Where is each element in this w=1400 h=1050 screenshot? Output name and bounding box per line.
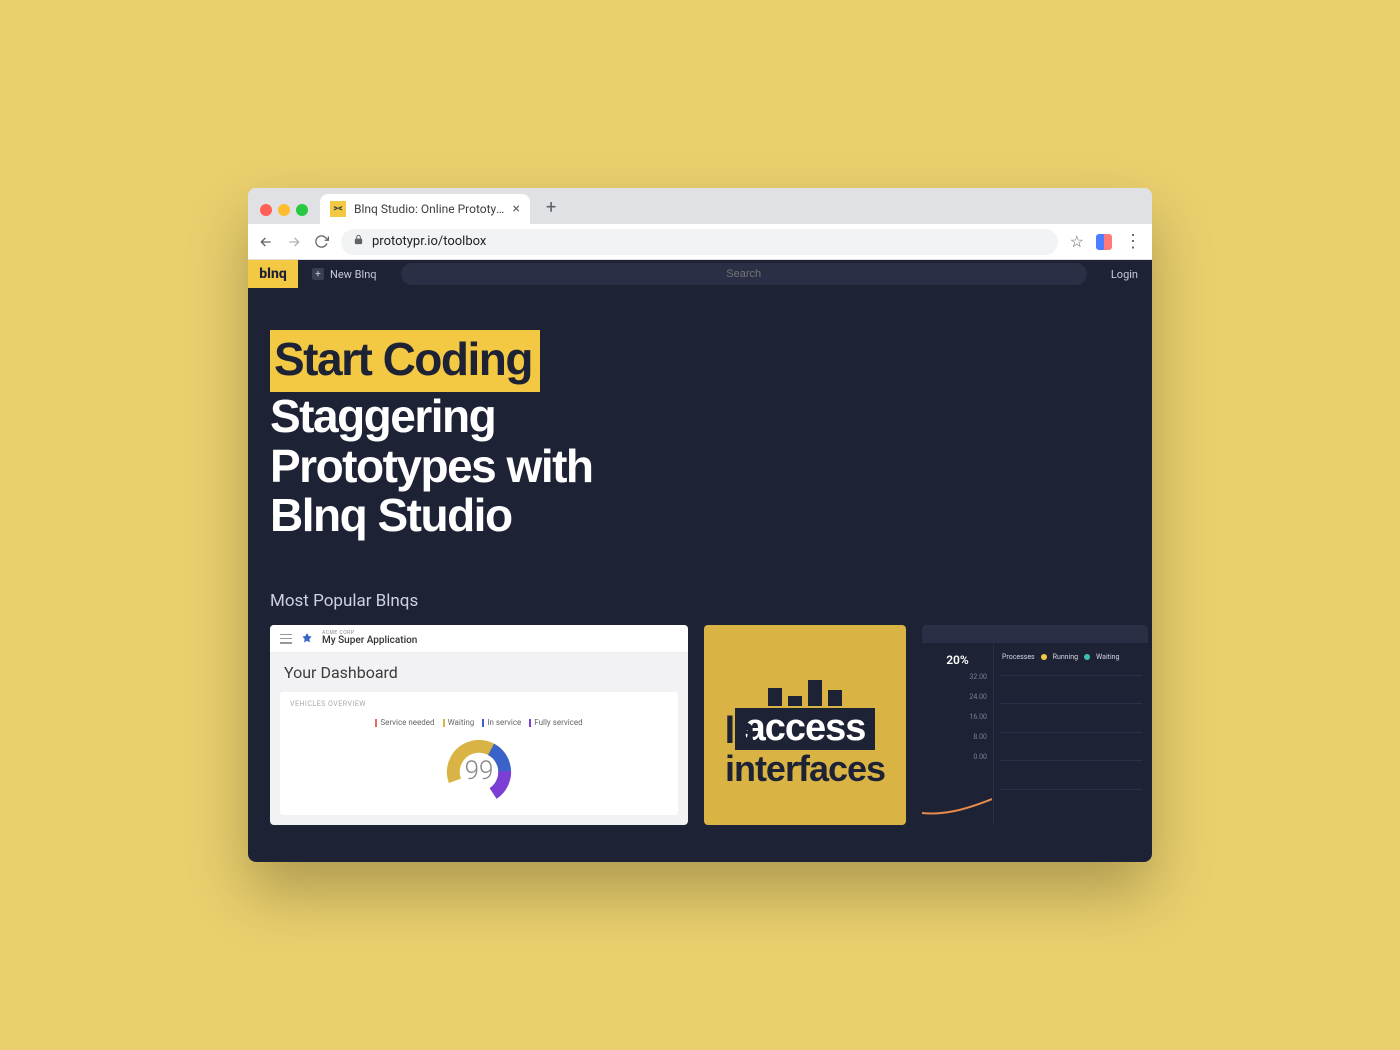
login-link[interactable]: Login (1097, 268, 1152, 281)
close-tab-icon[interactable]: × (513, 201, 520, 217)
donut-value: 99 (465, 756, 494, 786)
favicon-icon: >< (330, 201, 346, 217)
new-blnq-label: New Blnq (330, 268, 377, 281)
app-logo-icon (300, 632, 314, 646)
lock-icon (353, 234, 364, 249)
plus-icon: + (312, 268, 324, 280)
card2-sub: interfaces (725, 748, 885, 790)
chart-legend: Service needed Waiting In service Fully … (290, 708, 668, 733)
dot-running-icon (1041, 654, 1047, 660)
window-close-icon[interactable] (260, 204, 272, 216)
blnq-card-dashboard[interactable]: acme corp My Super Application Your Dash… (270, 625, 688, 825)
y-axis: 32.00 24.00 16.00 8.00 0.00 (928, 673, 987, 761)
search-input[interactable] (673, 268, 815, 280)
hero-line-4: Blnq Studio (270, 491, 1130, 541)
page-viewport: blnq + New Blnq Login Start Coding Stagg… (248, 260, 1152, 862)
hero-line-2: Staggering (270, 392, 1130, 442)
window-maximize-icon[interactable] (296, 204, 308, 216)
extension-icon[interactable] (1096, 234, 1112, 250)
panel-label: VEHICLES OVERVIEW (290, 700, 668, 708)
bar-chart-icon (768, 680, 842, 706)
dot-waiting-icon (1084, 654, 1090, 660)
card3-header-bar (922, 625, 1148, 643)
vehicles-panel: VEHICLES OVERVIEW Service needed Waiting… (280, 692, 678, 815)
tab-strip: >< Blnq Studio: Online Prototyping P × + (248, 188, 1152, 224)
card2-prefix: la (725, 710, 755, 753)
hero: Start Coding Staggering Prototypes with … (248, 288, 1152, 551)
browser-tab[interactable]: >< Blnq Studio: Online Prototyping P × (320, 194, 530, 224)
browser-window: >< Blnq Studio: Online Prototyping P × +… (248, 188, 1152, 862)
kebab-menu-icon[interactable]: ⋮ (1124, 231, 1142, 252)
hamburger-icon (280, 634, 292, 644)
dashboard-title: Your Dashboard (270, 653, 688, 692)
hero-line-3: Prototypes with (270, 442, 1130, 492)
cards-row: acme corp My Super Application Your Dash… (248, 625, 1152, 825)
percent-value: 20% (928, 653, 987, 667)
hero-highlight: Start Coding (270, 330, 540, 392)
browser-toolbar: prototypr.io/toolbox ☆ ⋮ (248, 224, 1152, 260)
process-legend: Processes Running Waiting (1002, 653, 1140, 661)
bookmark-star-icon[interactable]: ☆ (1070, 232, 1084, 251)
brand-text: acme corp My Super Application (322, 631, 417, 646)
new-blnq-button[interactable]: + New Blnq (298, 268, 391, 281)
card2-word: access (735, 708, 876, 750)
donut-chart: 99 (290, 733, 668, 807)
search-field[interactable] (401, 263, 1087, 285)
sparkline-icon (922, 783, 992, 819)
reload-button[interactable] (314, 234, 329, 249)
address-bar[interactable]: prototypr.io/toolbox (341, 229, 1058, 255)
blnq-card-access[interactable]: la access interfaces (704, 625, 906, 825)
back-button[interactable] (258, 234, 274, 250)
traffic-lights (258, 204, 314, 224)
url-text: prototypr.io/toolbox (372, 234, 486, 249)
chart-grid-icon (1000, 675, 1142, 817)
card3-right-panel: Processes Running Waiting (994, 643, 1148, 825)
blnq-logo[interactable]: blnq (248, 260, 298, 288)
card1-header: acme corp My Super Application (270, 625, 688, 653)
app-header: blnq + New Blnq Login (248, 260, 1152, 288)
new-tab-button[interactable]: + (536, 197, 566, 224)
blnq-card-processes[interactable]: 20% 32.00 24.00 16.00 8.00 0.00 (922, 625, 1148, 825)
section-title: Most Popular Blnqs (248, 551, 1152, 625)
card3-left-panel: 20% 32.00 24.00 16.00 8.00 0.00 (922, 643, 994, 825)
forward-button[interactable] (286, 234, 302, 250)
window-minimize-icon[interactable] (278, 204, 290, 216)
tab-title: Blnq Studio: Online Prototyping P (354, 202, 505, 216)
